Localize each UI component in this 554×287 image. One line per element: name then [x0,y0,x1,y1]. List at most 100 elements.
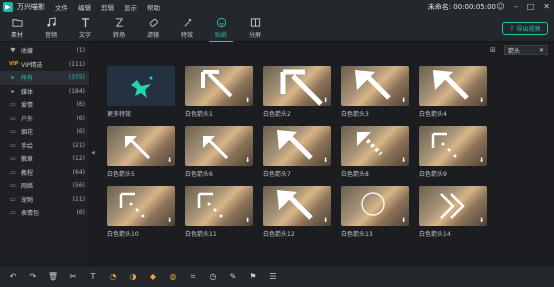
grid-view-icon[interactable]: ⊞ [490,46,499,55]
sticker-thumbnail[interactable] [107,66,175,106]
tool-sticker[interactable]: 贴纸 [204,14,238,42]
sidebar-item-love[interactable]: ▭ 爱情 (6) [0,98,89,112]
sticker-label: 白色箭头9 [419,171,447,178]
arrow-sticker-icon [433,70,469,100]
sidebar-item-media[interactable]: ▸ 媒体 (184) [0,85,89,99]
clear-search-icon[interactable]: ✕ [539,47,544,54]
tool-effects[interactable]: 特效 [170,14,204,42]
tool-text[interactable]: 文字 [68,14,102,42]
menu-file[interactable]: 文件 [55,2,68,12]
arrow-sticker-icon [277,130,313,160]
window-controls: ☺ – □ ✕ [496,2,550,11]
download-icon[interactable]: ⬇ [166,157,173,164]
download-icon[interactable]: ⬇ [166,217,173,224]
minimize-icon[interactable]: – [514,2,518,11]
app-title: 万兴喵影 [17,3,45,11]
color-icon[interactable]: ◑ [128,272,138,282]
sticker-thumbnail[interactable]: ⬇ [107,126,175,166]
text-edit-icon[interactable]: T [88,272,98,282]
download-icon[interactable]: ⬇ [478,157,485,164]
sticker-thumbnail[interactable]: ⬇ [419,126,487,166]
download-icon[interactable]: ⬇ [400,157,407,164]
collapse-sidebar-handle[interactable]: ◀ [91,150,95,156]
sidebar-item-vip[interactable]: VIP VIP精选 (111) [0,58,89,72]
tool-filter[interactable]: 滤镜 [136,14,170,42]
sticker-thumbnail[interactable]: ⬇ [341,126,409,166]
sidebar-item-outdoor[interactable]: ▭ 户外 (6) [0,112,89,126]
tool-audio[interactable]: 音频 [34,14,68,42]
sidebar-item-tutorial[interactable]: ▭ 教程 (64) [0,166,89,180]
sticker-thumbnail[interactable]: ⬇ [263,66,331,106]
sticker-thumbnail[interactable]: ⬇ [263,186,331,226]
arrow-sticker-icon [355,70,391,100]
chevron-right-icon: ▸ [11,74,15,82]
sticker-thumbnail[interactable]: ⬇ [263,126,331,166]
download-icon[interactable]: ⬇ [244,157,251,164]
menu-clip[interactable]: 剪辑 [101,2,114,12]
folder-icon: ▭ [10,195,16,203]
crop-icon[interactable]: ⌗ [188,272,198,282]
download-icon[interactable]: ⬇ [322,217,329,224]
sparkle-icon [131,76,153,98]
account-icon[interactable]: ☺ [496,2,504,11]
pen-icon[interactable]: ✎ [228,272,238,282]
media-toolbar: 素材 音频 文字 转场 滤镜 特效 贴纸 分屏 ⇪ 导出视频 [0,14,554,42]
sidebar-item-network[interactable]: ▭ 网络 (56) [0,179,89,193]
sticker-label: 白色箭头11 [185,231,217,238]
sticker-thumbnail[interactable]: ⬇ [185,186,253,226]
sidebar-item-pets[interactable]: ▭ 宠物 (11) [0,193,89,207]
download-icon[interactable]: ⬇ [322,97,329,104]
mask-icon[interactable]: ◍ [168,272,178,282]
search-input[interactable]: 箭头 ✕ [504,45,548,55]
redo-icon[interactable]: ↷ [28,272,38,282]
sticker-library: ⊞ 箭头 ✕ 更多特效 ⬇ 白色箭头1 ⬇ 白色箭头2 ⬇ 白色箭头3 ⬇ 白色箭头4 ⬇ 白色箭头… [97,42,554,265]
sidebar-item-fireworks[interactable]: ▭ 烟花 (6) [0,125,89,139]
sticker-label: 白色箭头6 [185,171,213,178]
sidebar-item-all[interactable]: ▸ 所有 (375) [0,71,89,85]
keyframe-icon[interactable]: ◆ [148,272,158,282]
sidebar-item-hand-drawn[interactable]: ▭ 手绘 (21) [0,139,89,153]
menu-edit[interactable]: 编辑 [78,2,91,12]
cut-icon[interactable]: ✂ [68,272,78,282]
menu-help[interactable]: 帮助 [147,2,160,12]
sticker-label: 白色箭头10 [107,231,139,238]
speedometer-icon[interactable]: ◷ [208,272,218,282]
download-icon[interactable]: ⬇ [244,217,251,224]
tool-transition[interactable]: 转场 [102,14,136,42]
undo-icon[interactable]: ↶ [8,272,18,282]
download-icon[interactable]: ⬇ [400,217,407,224]
sticker-label: 白色箭头13 [341,231,373,238]
close-icon[interactable]: ✕ [543,2,550,11]
sticker-thumbnail[interactable]: ⬇ [107,186,175,226]
sidebar-item-emoji[interactable]: ▭ 表情包 (6) [0,206,89,220]
sticker-thumbnail[interactable]: ⬇ [341,186,409,226]
marker-icon[interactable]: ⚑ [248,272,258,282]
menu-view[interactable]: 显示 [124,2,137,12]
edit-toolbar: ↶ ↷ 🗑 ✂ T ◔ ◑ ◆ ◍ ⌗ ◷ ✎ ⚑ ☰ [0,265,554,287]
sticker-label: 白色箭头8 [341,171,369,178]
speed-icon[interactable]: ◔ [108,272,118,282]
tool-media[interactable]: 素材 [0,14,34,42]
arrow-sticker-icon [357,132,383,156]
sticker-thumbnail[interactable]: ⬇ [185,126,253,166]
sticker-thumbnail[interactable]: ⬇ [419,186,487,226]
download-icon[interactable]: ⬇ [322,157,329,164]
delete-icon[interactable]: 🗑 [48,272,58,282]
settings-icon[interactable]: ☰ [268,272,278,282]
maximize-icon[interactable]: □ [527,2,535,11]
sticker-thumbnail[interactable]: ⬇ [341,66,409,106]
sidebar-item-favorites[interactable]: ♥ 收藏 (1) [0,44,89,58]
export-video-button[interactable]: ⇪ 导出视频 [502,22,548,35]
sidebar-item-badges[interactable]: ▭ 徽章 (12) [0,152,89,166]
download-icon[interactable]: ⬇ [244,97,251,104]
download-icon[interactable]: ⬇ [478,97,485,104]
download-icon[interactable]: ⬇ [478,217,485,224]
arrow-sticker-icon [201,70,233,98]
folder-icon: ▭ [10,128,16,136]
sticker-thumbnail[interactable]: ⬇ [185,66,253,106]
sticker-thumbnail[interactable]: ⬇ [419,66,487,106]
search-row: ⊞ 箭头 ✕ [490,45,548,55]
tool-split-screen[interactable]: 分屏 [238,14,272,42]
download-icon[interactable]: ⬇ [400,97,407,104]
folder-icon: ▭ [10,168,16,176]
